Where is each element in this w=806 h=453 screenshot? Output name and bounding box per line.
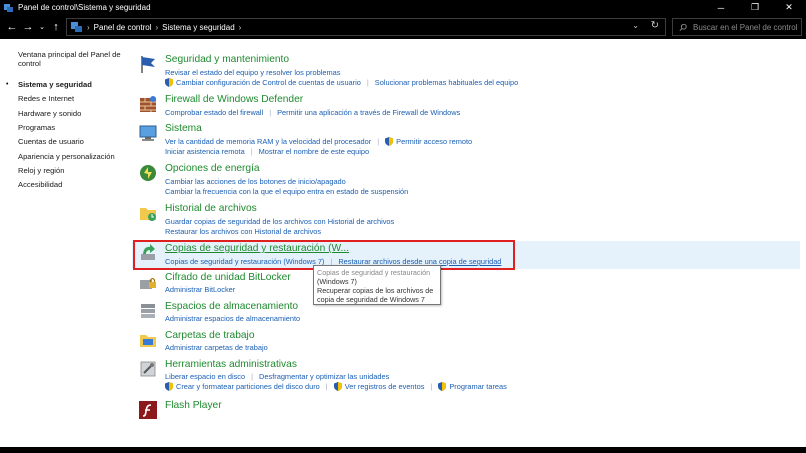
address-toolbar: ← → ⌄ ↑ › Panel de control › Sistema y s… (0, 15, 806, 39)
uac-shield-icon (438, 382, 447, 391)
breadcrumb-separator: › (155, 22, 159, 32)
control-panel-icon (71, 22, 82, 32)
uac-shield-icon (165, 382, 173, 391)
link-troubleshoot[interactable]: Solucionar problemas habituales del equi… (375, 78, 518, 87)
uac-shield-icon (333, 382, 342, 391)
chevron-down-icon[interactable]: ⌄ (632, 21, 639, 30)
uac-shield-icon (165, 78, 173, 87)
link-disk-cleanup[interactable]: Liberar espacio en disco (165, 372, 245, 381)
link-sleep-frequency[interactable]: Cambiar la frecuencia con la que el equi… (165, 187, 408, 196)
sidebar-item-home[interactable]: Ventana principal del Panel de control (18, 50, 126, 68)
link-event-logs[interactable]: Ver registros de eventos (345, 382, 425, 391)
address-field[interactable]: › Panel de control › Sistema y seguridad… (66, 18, 666, 36)
window-title: Panel de control\Sistema y seguridad (18, 3, 151, 12)
sidebar-item-accessibility[interactable]: Accesibilidad (18, 180, 126, 189)
link-computer-name[interactable]: Mostrar el nombre de este equipo (259, 147, 370, 156)
bottom-border (0, 447, 806, 453)
link-defragment[interactable]: Desfragmentar y optimizar las unidades (259, 372, 389, 381)
sidebar-item-accounts[interactable]: Cuentas de usuario (18, 137, 126, 146)
category-title[interactable]: Sistema (165, 123, 202, 135)
tooltip-line: copia de seguridad de Windows 7 (317, 295, 425, 304)
minimize-button[interactable]: ─ (704, 0, 738, 15)
link-review-status[interactable]: Revisar el estado del equipo y resolver … (165, 68, 340, 77)
search-icon (679, 23, 687, 31)
current-bullet-icon: • (6, 81, 9, 88)
category-title[interactable]: Seguridad y mantenimiento (165, 54, 289, 66)
category-title[interactable]: Carpetas de trabajo (165, 330, 254, 342)
link-save-backups[interactable]: Guardar copias de seguridad de los archi… (165, 217, 394, 226)
sidebar-item-network[interactable]: Redes e Internet (18, 94, 126, 103)
file-history-icon (140, 208, 156, 221)
title-bar: Panel de control\Sistema y seguridad ─ ❐… (0, 0, 806, 15)
link-manage-storage[interactable]: Administrar espacios de almacenamiento (165, 314, 300, 323)
work-folders-icon (140, 335, 156, 347)
uac-shield-icon (385, 137, 394, 146)
power-options-icon (140, 165, 156, 181)
close-button[interactable]: ✕ (772, 0, 806, 15)
sidebar-item-appearance[interactable]: Apariencia y personalización (18, 152, 126, 161)
link-manage-work-folders[interactable]: Administrar carpetas de trabajo (165, 343, 268, 352)
link-disk-partitions[interactable]: Crear y formatear particiones del disco … (176, 382, 320, 391)
category-title[interactable]: Firewall de Windows Defender (165, 94, 303, 106)
control-panel-icon (4, 3, 13, 12)
category-title[interactable]: Herramientas administrativas (165, 359, 297, 371)
link-view-ram[interactable]: Ver la cantidad de memoria RAM y la velo… (165, 137, 371, 146)
category-title[interactable]: Cifrado de unidad BitLocker (165, 272, 291, 284)
forward-arrow-icon[interactable]: → (20, 17, 36, 37)
link-manage-bitlocker[interactable]: Administrar BitLocker (165, 285, 235, 294)
storage-spaces-icon (141, 304, 155, 318)
flag-icon (141, 56, 155, 73)
tooltip: Copias de seguridad y restauración (Wind… (313, 265, 441, 305)
link-schedule-tasks[interactable]: Programar tareas (449, 382, 507, 391)
sidebar-item-programs[interactable]: Programas (18, 123, 126, 132)
firewall-icon (140, 96, 156, 112)
link-firewall-status[interactable]: Comprobar estado del firewall (165, 108, 263, 117)
computer-icon (139, 125, 157, 141)
bitlocker-icon (140, 277, 156, 289)
tooltip-line: Recuperar copias de los archivos de (317, 286, 434, 295)
link-uac-settings[interactable]: Cambiar configuración de Control de cuen… (176, 78, 361, 87)
maximize-button[interactable]: ❐ (738, 0, 772, 15)
sidebar-item-hardware[interactable]: Hardware y sonido (18, 109, 126, 118)
breadcrumb-separator: › (238, 22, 242, 32)
tooltip-line: (Windows 7) (317, 277, 357, 286)
link-power-buttons[interactable]: Cambiar las acciones de los botones de i… (165, 177, 346, 186)
link-remote-assistance[interactable]: Iniciar asistencia remota (165, 147, 245, 156)
admin-tools-icon (140, 361, 156, 377)
sidebar-item-clock-region[interactable]: Reloj y región (18, 166, 126, 175)
category-title[interactable]: Opciones de energía (165, 163, 260, 175)
back-arrow-icon[interactable]: ← (4, 17, 20, 37)
tooltip-line: Copias de seguridad y restauración (317, 268, 431, 277)
breadcrumb-system-security[interactable]: Sistema y seguridad (162, 23, 234, 32)
search-input[interactable] (693, 22, 801, 32)
link-allow-app[interactable]: Permitir una aplicación a través de Fire… (277, 108, 460, 117)
sidebar: Ventana principal del Panel de control •… (0, 39, 128, 453)
up-arrow-icon[interactable]: ↑ (48, 17, 64, 37)
category-title[interactable]: Flash Player (165, 400, 222, 412)
sidebar-item-system-security[interactable]: Sistema y seguridad (18, 80, 126, 89)
breadcrumb-separator: › (87, 22, 90, 32)
category-title[interactable]: Espacios de almacenamiento (165, 301, 298, 313)
category-title[interactable]: Historial de archivos (165, 203, 257, 215)
flash-player-icon (139, 401, 157, 419)
link-restore-files[interactable]: Restaurar los archivos con Historial de … (165, 227, 321, 236)
link-remote-access[interactable]: Permitir acceso remoto (396, 137, 472, 146)
chevron-down-icon[interactable]: ⌄ (36, 17, 48, 37)
search-box[interactable] (672, 18, 802, 36)
breadcrumb-control-panel[interactable]: Panel de control (94, 23, 152, 32)
refresh-icon[interactable]: ↻ (651, 20, 659, 31)
